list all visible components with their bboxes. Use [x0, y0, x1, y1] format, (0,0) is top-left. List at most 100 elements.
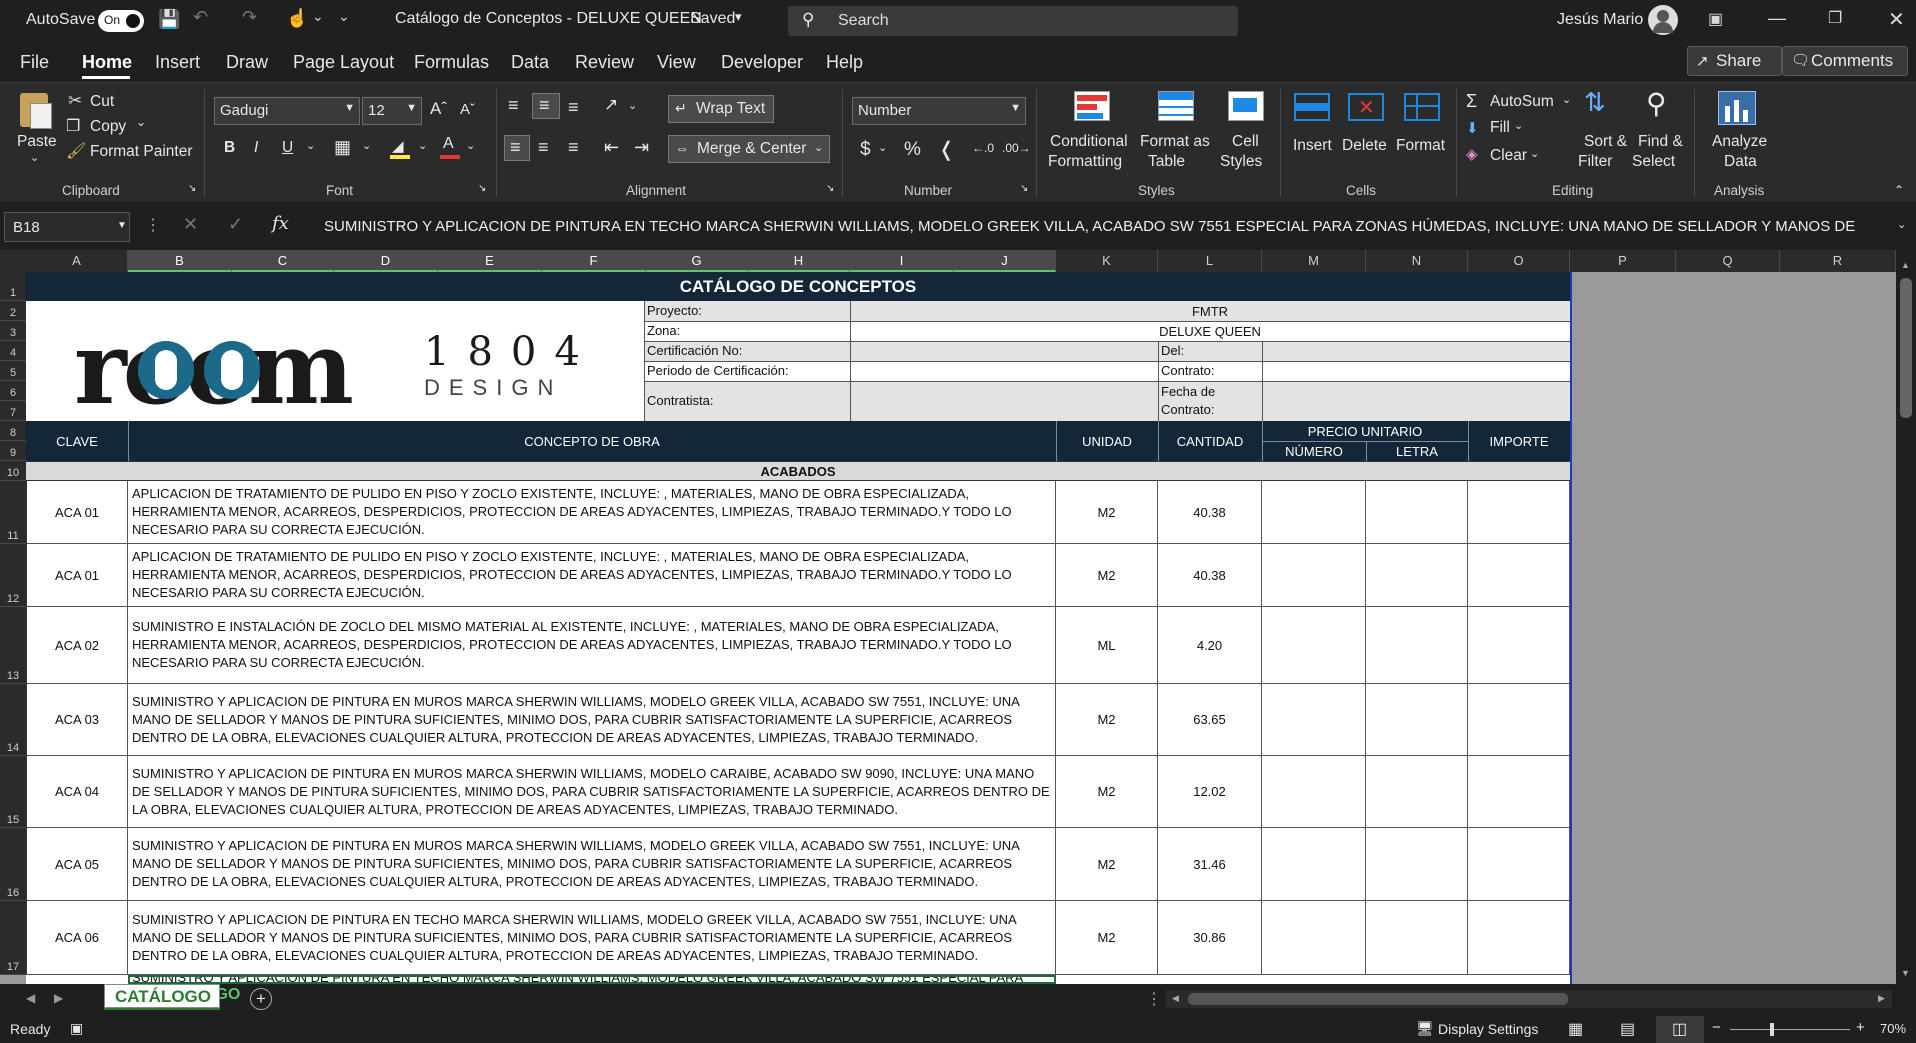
insert-cells-button[interactable]: Insert [1290, 87, 1336, 177]
saved-status[interactable]: Saved [690, 10, 735, 28]
row-header-12[interactable]: 12 [0, 544, 26, 607]
column-header-N[interactable]: N [1366, 250, 1468, 272]
copy-button[interactable]: Copy [90, 118, 126, 136]
customize-qat-icon[interactable]: ⌄ [338, 8, 350, 25]
label-certificacion[interactable]: Certificación No: [644, 341, 850, 361]
item-cantidad[interactable]: 4.20 [1158, 607, 1262, 684]
percent-icon[interactable]: % [904, 139, 921, 161]
item-unidad[interactable]: M2 [1056, 828, 1158, 901]
item-clave[interactable]: ACA 01 [26, 544, 128, 607]
header-letra[interactable]: LETRA [1366, 441, 1468, 461]
column-header-R[interactable]: R [1780, 250, 1896, 272]
row-header-7[interactable]: 7 [0, 401, 26, 421]
ribbon-display-icon[interactable]: ▣ [1708, 9, 1723, 29]
column-header-O[interactable]: O [1468, 250, 1570, 272]
align-middle-icon[interactable]: ≡ [532, 93, 560, 119]
column-header-J[interactable]: J [954, 250, 1056, 272]
item-clave[interactable]: ACA 03 [26, 684, 128, 756]
header-cantidad[interactable]: CANTIDAD [1158, 421, 1262, 461]
document-title[interactable]: Catálogo de Conceptos - DELUXE QUEEN [395, 10, 702, 28]
value-fecha-contrato[interactable] [1262, 381, 1570, 421]
row-header-9[interactable]: 9 [0, 441, 26, 461]
item-cantidad[interactable]: 30.86 [1158, 901, 1262, 975]
undo-icon[interactable]: ↶ [193, 7, 208, 28]
enter-icon[interactable]: ✓ [228, 214, 243, 235]
item-letra[interactable] [1366, 684, 1468, 756]
delete-cells-button[interactable]: ✕ Delete [1340, 87, 1392, 177]
select-all-corner[interactable] [0, 250, 26, 272]
menu-page-layout[interactable]: Page Layout [293, 52, 394, 73]
item-clave[interactable]: ACA 04 [26, 756, 128, 828]
dialog-launcher-icon[interactable]: ↘ [188, 183, 196, 194]
item-cantidad[interactable]: 31.46 [1158, 828, 1262, 901]
cancel-icon[interactable]: ✕ [183, 214, 198, 235]
column-header-A[interactable]: A [26, 250, 128, 272]
item-numero[interactable] [1262, 901, 1366, 975]
item-letra[interactable] [1366, 828, 1468, 901]
increase-decimal-icon[interactable]: ←.0 [972, 141, 994, 155]
fill-color-icon[interactable]: ◢ [390, 137, 410, 159]
zoom-slider-thumb[interactable] [1770, 1023, 1774, 1036]
item-importe[interactable] [1468, 756, 1570, 828]
close-icon[interactable]: ✕ [1888, 7, 1905, 32]
page-break-view-button[interactable]: ◫ [1656, 1016, 1704, 1043]
header-numero[interactable]: NÚMERO [1262, 441, 1366, 461]
item-clave[interactable]: ACA 01 [26, 481, 128, 544]
zoom-out-icon[interactable]: − [1712, 1019, 1721, 1036]
sort-filter-button[interactable]: ⇅ Sort & Filter [1574, 87, 1630, 177]
minimize-icon[interactable]: — [1768, 8, 1786, 29]
column-header-M[interactable]: M [1262, 250, 1366, 272]
value-proyecto[interactable]: FMTR [850, 301, 1570, 321]
clear-button[interactable]: Clear [1490, 147, 1527, 165]
decrease-decimal-icon[interactable]: .00→ [1002, 141, 1031, 155]
item-importe[interactable] [1468, 481, 1570, 544]
column-header-B[interactable]: B [128, 250, 232, 272]
align-right-icon[interactable]: ≡ [568, 137, 579, 158]
item-importe[interactable] [1468, 828, 1570, 901]
zoom-level[interactable]: 70% [1880, 1021, 1906, 1036]
scroll-thumb[interactable] [1900, 278, 1912, 418]
autosum-button[interactable]: AutoSum [1490, 93, 1554, 111]
row-header-15[interactable]: 15 [0, 756, 26, 828]
item-importe[interactable] [1468, 684, 1570, 756]
add-sheet-button[interactable]: + [250, 988, 272, 1010]
underline-button[interactable]: U [282, 139, 293, 157]
row-header-5[interactable]: 5 [0, 361, 26, 381]
header-unidad[interactable]: UNIDAD [1056, 421, 1158, 461]
item-concepto[interactable]: SUMINISTRO Y APLICACION DE PINTURA EN MU… [128, 684, 1056, 756]
label-fecha-contrato[interactable]: Fecha de Contrato: [1158, 381, 1262, 421]
font-size-select[interactable]: 12 ▼ [362, 97, 422, 125]
item-numero[interactable] [1262, 756, 1366, 828]
row-header-2[interactable]: 2 [0, 301, 26, 321]
item-letra[interactable] [1366, 544, 1468, 607]
autosave-toggle[interactable]: On [98, 10, 144, 32]
scroll-right-icon[interactable]: ▶ [54, 991, 63, 1005]
restore-icon[interactable]: ❐ [1828, 8, 1842, 28]
more-options-icon[interactable]: ⋮ [145, 215, 161, 235]
page-layout-view-icon[interactable]: ▤ [1620, 1019, 1635, 1039]
chevron-down-icon[interactable]: ⌄ [136, 115, 146, 129]
menu-review[interactable]: Review [575, 52, 634, 73]
share-button[interactable]: ↗ Share [1687, 46, 1782, 76]
item-clave[interactable]: ACA 06 [26, 901, 128, 975]
dialog-launcher-icon[interactable]: ↘ [1020, 183, 1028, 194]
column-header-L[interactable]: L [1158, 250, 1262, 272]
column-header-D[interactable]: D [334, 250, 438, 272]
value-contrato[interactable] [1262, 361, 1570, 381]
currency-icon[interactable]: $ [860, 139, 871, 161]
decrease-font-icon[interactable]: Aˇ [460, 101, 475, 118]
item-unidad[interactable]: ML [1056, 607, 1158, 684]
h-scroll-thumb[interactable] [1188, 993, 1568, 1005]
item-concepto[interactable]: SUMINISTRO Y APLICACION DE PINTURA EN MU… [128, 756, 1056, 828]
row-header-10[interactable]: 10 [0, 461, 26, 481]
column-header-E[interactable]: E [438, 250, 542, 272]
menu-developer[interactable]: Developer [721, 52, 803, 73]
align-center-icon[interactable]: ≡ [538, 137, 549, 158]
item-concepto[interactable]: SUMINISTRO Y APLICACION DE PINTURA EN MU… [128, 828, 1056, 901]
menu-help[interactable]: Help [826, 52, 863, 73]
column-header-H[interactable]: H [748, 250, 850, 272]
increase-font-icon[interactable]: Aˆ [430, 99, 447, 119]
header-clave[interactable]: CLAVE [26, 421, 128, 461]
header-precio-unitario[interactable]: PRECIO UNITARIO [1262, 421, 1468, 441]
row-header-8[interactable]: 8 [0, 421, 26, 441]
